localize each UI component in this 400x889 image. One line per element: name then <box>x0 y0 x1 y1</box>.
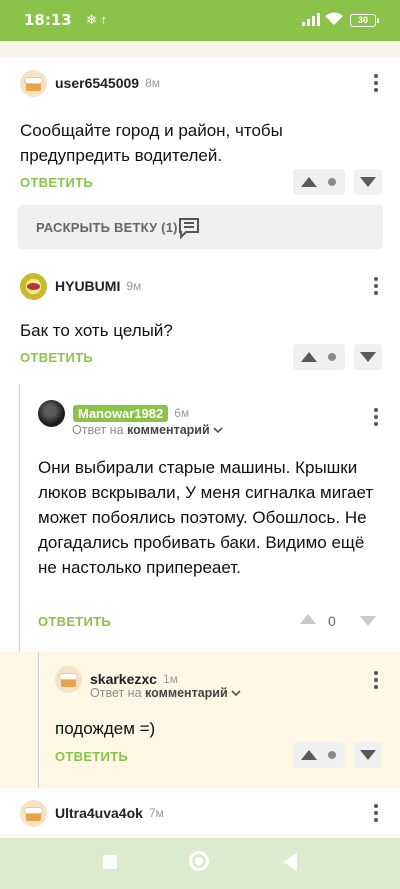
comment-text: Они выбирали старые машины. Крышки люков… <box>38 458 374 577</box>
username[interactable]: HYUBUMI <box>55 278 120 294</box>
comment-time: 1м <box>162 672 178 686</box>
vote-up-button[interactable] <box>293 344 345 370</box>
notification-icons: ❄ ↑ <box>86 12 108 27</box>
reply-to-prefix: Ответ на <box>90 686 142 700</box>
vote-up-button[interactable] <box>293 169 345 195</box>
comment-header: user6545009 8м <box>20 68 160 98</box>
reply-button[interactable]: ОТВЕТИТЬ <box>55 749 128 764</box>
recent-apps-icon[interactable] <box>103 855 117 869</box>
vote-down-icon[interactable] <box>360 616 376 626</box>
home-icon[interactable] <box>189 851 209 871</box>
comment-text: Сообщайте город и район, чтобы предупред… <box>20 121 283 165</box>
more-options-icon[interactable] <box>366 667 386 693</box>
avatar[interactable] <box>20 69 47 97</box>
back-icon[interactable] <box>283 853 297 871</box>
username[interactable]: user6545009 <box>55 75 139 91</box>
avatar[interactable] <box>20 799 47 827</box>
chevron-down-icon <box>231 690 241 697</box>
username[interactable]: Ultra4uva4ok <box>55 805 143 821</box>
arrow-up-icon <box>301 352 317 362</box>
reply-to-target: комментарий <box>127 423 210 437</box>
avatar[interactable] <box>38 399 65 427</box>
comment-header: HYUBUMI 9м <box>20 271 141 301</box>
status-bar: 18:13 ❄ ↑ 30 <box>0 0 400 38</box>
rating-dot-icon <box>328 751 336 759</box>
more-options-icon[interactable] <box>366 70 386 96</box>
arrow-up-icon <box>301 177 317 187</box>
comment-time: 7м <box>148 806 164 820</box>
arrow-down-icon <box>360 352 376 362</box>
more-options-icon[interactable] <box>366 404 386 430</box>
arrow-down-icon <box>360 177 376 187</box>
comments-icon <box>179 218 199 239</box>
comment-text: подождем =) <box>55 719 156 738</box>
comment-time: 8м <box>145 76 161 90</box>
reply-button[interactable]: ОТВЕТИТЬ <box>20 350 93 365</box>
comment-time: 9м <box>126 279 142 293</box>
reply-to-target: комментарий <box>145 686 228 700</box>
battery-icon: 30 <box>350 14 379 27</box>
clock: 18:13 <box>24 11 72 29</box>
signal-icon <box>302 13 320 26</box>
username[interactable]: Manowar1982 <box>73 404 169 422</box>
arrow-down-icon <box>360 750 376 760</box>
arrow-up-icon <box>301 750 317 760</box>
thread-line <box>19 384 20 654</box>
comment-header: Ultra4uva4ok 7м <box>20 798 164 828</box>
more-options-icon[interactable] <box>366 800 386 826</box>
header-strip <box>0 38 400 58</box>
chevron-down-icon <box>213 427 223 434</box>
thread-line <box>38 652 39 788</box>
reply-to-prefix: Ответ на <box>72 423 124 437</box>
avatar[interactable] <box>20 272 47 300</box>
avatar[interactable] <box>55 665 82 693</box>
more-options-icon[interactable] <box>366 273 386 299</box>
rating-value: 0 <box>328 613 336 629</box>
vote-down-button[interactable] <box>354 169 382 195</box>
rating-dot-icon <box>328 353 336 361</box>
comment-time: 6м <box>174 406 190 420</box>
expand-branch-label: РАСКРЫТЬ ВЕТКУ (1) <box>36 220 178 235</box>
rating-dot-icon <box>328 178 336 186</box>
expand-branch-button[interactable]: РАСКРЫТЬ ВЕТКУ (1) <box>18 205 383 249</box>
reply-to-link[interactable]: Ответ на комментарий <box>90 686 241 700</box>
reply-button[interactable]: ОТВЕТИТЬ <box>20 175 93 190</box>
comment-text: Бак то хоть целый? <box>20 321 173 340</box>
vote-down-button[interactable] <box>354 742 382 768</box>
wifi-icon <box>325 12 343 25</box>
vote-up-button[interactable] <box>293 742 345 768</box>
system-nav-bar <box>0 838 400 889</box>
reply-to-link[interactable]: Ответ на комментарий <box>72 423 223 437</box>
username[interactable]: skarkezxc <box>90 671 157 687</box>
reply-button[interactable]: ОТВЕТИТЬ <box>38 614 111 629</box>
vote-down-button[interactable] <box>354 344 382 370</box>
vote-up-icon[interactable] <box>300 614 316 624</box>
